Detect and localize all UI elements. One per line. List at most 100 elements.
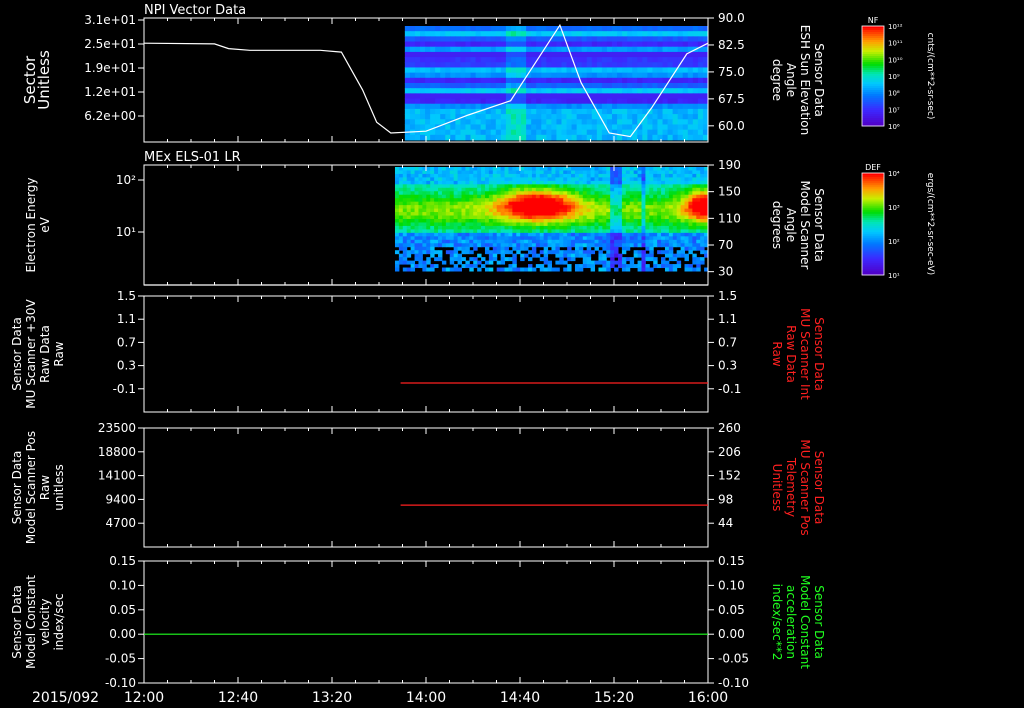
heatmap-cell bbox=[495, 67, 502, 74]
heatmap-cell bbox=[559, 167, 564, 171]
heatmap-cell bbox=[435, 62, 441, 68]
heatmap-cell bbox=[543, 267, 549, 272]
heatmap-cell bbox=[500, 36, 507, 43]
heatmap-cell bbox=[398, 180, 404, 185]
heatmap-cell bbox=[559, 177, 564, 182]
heatmap-cell bbox=[614, 173, 619, 178]
heatmap-cell bbox=[541, 98, 547, 105]
heatmap-cell bbox=[535, 232, 541, 237]
heatmap-cell bbox=[510, 83, 517, 89]
heatmap-cell bbox=[594, 239, 599, 244]
heatmap-cell bbox=[697, 26, 704, 32]
heatmap-cell bbox=[469, 215, 474, 220]
heatmap-cell bbox=[526, 83, 532, 89]
y-tick-label-left: 0.7 bbox=[117, 335, 136, 349]
heatmap-cell bbox=[457, 191, 462, 196]
heatmap-cell bbox=[692, 229, 697, 234]
heatmap-cell bbox=[470, 124, 477, 131]
heatmap-cell bbox=[641, 219, 646, 223]
heatmap-cell bbox=[672, 57, 679, 63]
heatmap-cell bbox=[601, 129, 608, 136]
heatmap-cell bbox=[664, 225, 670, 230]
heatmap-cell bbox=[528, 177, 533, 182]
heatmap-cell bbox=[555, 187, 560, 192]
heatmap-cell bbox=[488, 201, 494, 206]
heatmap-cell bbox=[682, 114, 689, 120]
heatmap-cell bbox=[504, 232, 509, 237]
heatmap-cell bbox=[687, 72, 694, 79]
heatmap-cell bbox=[465, 93, 472, 100]
heatmap-cell bbox=[556, 31, 562, 37]
heatmap-cell bbox=[484, 177, 490, 182]
heatmap-cell bbox=[571, 26, 578, 32]
heatmap-cell bbox=[617, 62, 623, 68]
heatmap-cell bbox=[586, 191, 592, 196]
heatmap-cell bbox=[662, 57, 669, 63]
heatmap-cell bbox=[516, 77, 522, 84]
heatmap-cell bbox=[465, 167, 470, 171]
heatmap-cell bbox=[434, 191, 439, 196]
heatmap-cell bbox=[555, 225, 560, 230]
heatmap-cell bbox=[414, 26, 421, 32]
heatmap-cell bbox=[496, 239, 502, 244]
heatmap-cell bbox=[435, 93, 441, 100]
heatmap-cell bbox=[653, 167, 658, 171]
heatmap-cell bbox=[536, 103, 542, 110]
heatmap-cell bbox=[516, 229, 521, 234]
heatmap-cell bbox=[425, 36, 431, 43]
heatmap-cell bbox=[521, 124, 527, 131]
heatmap-cell bbox=[618, 225, 623, 230]
heatmap-cell bbox=[561, 83, 568, 89]
heatmap-cell bbox=[606, 26, 613, 32]
heatmap-cell bbox=[612, 51, 618, 58]
heatmap-cell bbox=[567, 191, 572, 196]
heatmap-cell bbox=[555, 205, 560, 210]
heatmap-cell bbox=[420, 114, 426, 120]
heatmap-cell bbox=[677, 98, 684, 105]
heatmap-cell bbox=[561, 108, 568, 115]
heatmap-cell bbox=[488, 250, 494, 255]
heatmap-cell bbox=[621, 198, 627, 203]
heatmap-cell bbox=[484, 208, 490, 213]
heatmap-cell bbox=[470, 119, 477, 125]
heatmap-cell bbox=[543, 232, 549, 237]
heatmap-cell bbox=[516, 62, 522, 68]
heatmap-cell bbox=[528, 184, 533, 189]
heatmap-cell bbox=[510, 26, 517, 32]
heatmap-cell bbox=[465, 246, 470, 251]
heatmap-cell bbox=[469, 243, 474, 248]
heatmap-cell bbox=[612, 114, 618, 120]
heatmap-cell bbox=[637, 177, 642, 182]
heatmap-cell bbox=[495, 57, 502, 63]
heatmap-cell bbox=[601, 51, 608, 58]
heatmap-cell bbox=[571, 201, 576, 206]
heatmap-cell bbox=[398, 219, 404, 223]
heatmap-cell bbox=[512, 167, 517, 171]
heatmap-cell bbox=[586, 239, 592, 244]
heatmap-cell bbox=[420, 98, 426, 105]
heatmap-cell bbox=[668, 222, 674, 227]
heatmap-cell bbox=[602, 167, 607, 171]
heatmap-cell bbox=[404, 134, 411, 141]
y-tick-label-right: 44 bbox=[718, 516, 733, 530]
heatmap-cell bbox=[418, 232, 423, 237]
heatmap-cell bbox=[414, 119, 421, 125]
heatmap-cell bbox=[591, 129, 598, 136]
heatmap-cell bbox=[445, 236, 451, 241]
heatmap-cell bbox=[687, 103, 694, 110]
heatmap-cell bbox=[477, 225, 482, 230]
heatmap-cell bbox=[434, 222, 439, 227]
heatmap-cell bbox=[445, 219, 451, 223]
heatmap-cell bbox=[485, 26, 492, 32]
heatmap-cell bbox=[430, 77, 436, 84]
heatmap-cell bbox=[696, 191, 701, 196]
heatmap-cell bbox=[574, 243, 580, 248]
y-tick-label-right: 152 bbox=[718, 469, 741, 483]
heatmap-cell bbox=[536, 108, 542, 115]
heatmap-cell bbox=[453, 236, 459, 241]
heatmap-cell bbox=[574, 177, 580, 182]
heatmap-cell bbox=[649, 198, 654, 203]
heatmap-cell bbox=[632, 83, 638, 89]
heatmap-cell bbox=[641, 173, 646, 178]
heatmap-cell bbox=[504, 215, 509, 220]
